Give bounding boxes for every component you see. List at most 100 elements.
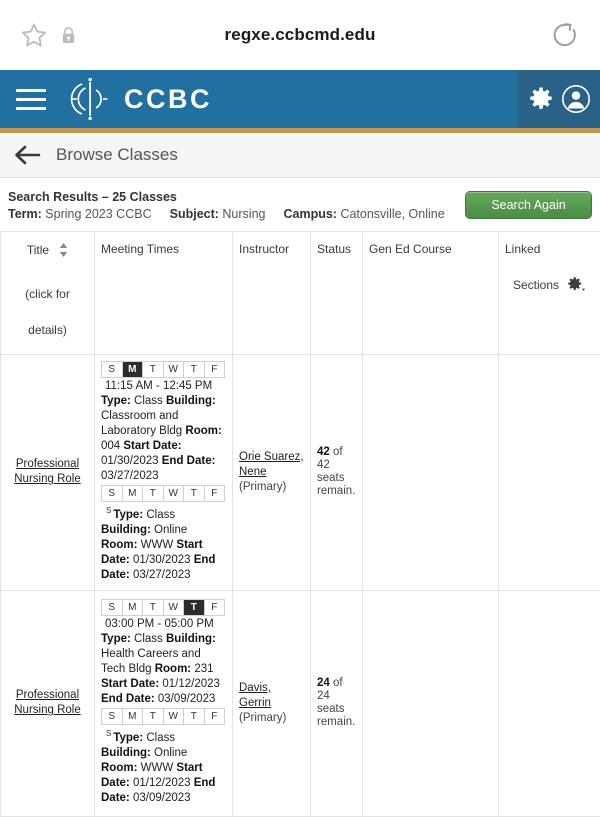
day-cell-1: M xyxy=(123,709,144,724)
filter-campus: Campus: Catonsville, Online xyxy=(283,207,444,221)
meeting-block: SMTWTFSType: Class Building: Online Room… xyxy=(101,485,226,583)
course-title-link[interactable]: Professional Nursing Role xyxy=(14,689,80,716)
day-cell-4: T xyxy=(184,709,205,724)
day-cell-3: W xyxy=(164,709,185,724)
seats-of: of xyxy=(330,677,343,689)
day-cell-5: F xyxy=(205,709,225,724)
type-label: Type: xyxy=(113,509,143,521)
instructor-link[interactable]: Orie Suarez, Nene xyxy=(239,451,304,478)
lock-icon xyxy=(60,26,77,45)
room-label: Room: xyxy=(101,762,137,774)
day-cell-0: S xyxy=(102,709,123,724)
meeting-time: 11:15 AM - 12:45 PM xyxy=(105,380,212,392)
column-header-title-label: Title xyxy=(27,243,49,257)
day-of-week-selector: SMTWTF xyxy=(101,361,225,378)
day-of-week-selector: SMTWTF xyxy=(101,599,225,616)
filter-subject: Subject: Nursing xyxy=(170,207,266,221)
room-label: Room: xyxy=(185,425,221,437)
subject-value: Nursing xyxy=(222,207,265,221)
column-header-title[interactable]: Title (click for details) xyxy=(1,232,95,355)
page-header-bar: Browse Classes xyxy=(0,133,600,178)
day-cell-3: W xyxy=(164,362,185,377)
building-label: Building: xyxy=(101,524,151,536)
type-label: Type: xyxy=(101,633,131,645)
meeting-time-sup: S xyxy=(106,729,111,738)
seats-remaining: 24 xyxy=(317,677,330,689)
table-header: Title (click for details) Meeting Times … xyxy=(1,232,600,355)
room-label: Room: xyxy=(101,539,137,551)
end-date-value: 03/09/2023 xyxy=(158,693,216,705)
instructor-link[interactable]: Davis, Gerrin xyxy=(239,682,271,709)
column-header-instructor[interactable]: Instructor xyxy=(233,232,311,355)
browser-toolbar: regxe.ccbcmd.edu xyxy=(0,0,600,70)
end-date-label: End Date: xyxy=(162,455,216,467)
course-title-link[interactable]: Professional Nursing Role xyxy=(14,458,80,485)
url-text[interactable]: regxe.ccbcmd.edu xyxy=(0,25,600,45)
building-label: Building: xyxy=(166,633,216,645)
day-cell-2: T xyxy=(143,362,164,377)
cell-gen-ed xyxy=(363,355,499,591)
seats-total: 42 xyxy=(317,459,330,471)
day-cell-1: M xyxy=(123,362,144,377)
day-cell-3: W xyxy=(164,486,185,501)
seats-suffix: seats remain. xyxy=(317,703,355,728)
day-cell-1: M xyxy=(123,486,144,501)
cell-status: 24 of 24 seats remain. xyxy=(311,590,363,816)
end-date-value: 03/09/2023 xyxy=(133,792,191,804)
meeting-details-text: SType: Class Building: Online Room: WWW … xyxy=(101,726,226,806)
seats-of: of xyxy=(330,446,343,458)
search-results-table: Title (click for details) Meeting Times … xyxy=(0,231,600,817)
gear-dropdown-icon[interactable] xyxy=(565,276,586,294)
hamburger-menu-icon[interactable] xyxy=(16,89,46,110)
day-cell-5: F xyxy=(205,600,225,615)
brand-logo[interactable]: CCBC xyxy=(64,75,212,123)
cell-course-title: Professional Nursing Role xyxy=(1,355,95,591)
meeting-block: SMTWTFSType: Class Building: Online Room… xyxy=(101,708,226,806)
search-again-button[interactable]: Search Again xyxy=(465,191,592,219)
browser-toolbar-left xyxy=(20,21,77,49)
building-label: Building: xyxy=(166,395,216,407)
cell-linked-sections xyxy=(499,590,600,816)
page-title: Browse Classes xyxy=(56,145,178,165)
building-label: Building: xyxy=(101,747,151,759)
gear-icon[interactable] xyxy=(528,86,554,112)
day-cell-0: S xyxy=(102,362,123,377)
term-value: Spring 2023 CCBC xyxy=(45,207,151,221)
seats-remaining: 42 xyxy=(317,446,330,458)
subject-label: Subject: xyxy=(170,207,219,221)
table-row: Professional Nursing RoleSMTWTF11:15 AM … xyxy=(1,355,600,591)
building-value: Online xyxy=(154,747,187,759)
column-header-status[interactable]: Status xyxy=(311,232,363,355)
filter-term: Term: Spring 2023 CCBC xyxy=(8,207,152,221)
cell-course-title: Professional Nursing Role xyxy=(1,590,95,816)
building-value: Classroom and Laboratory Bldg xyxy=(101,410,182,437)
day-of-week-selector: SMTWTF xyxy=(101,708,225,725)
cell-meeting-times: SMTWTF11:15 AM - 12:45 PM Type: Class Bu… xyxy=(95,355,233,591)
day-cell-5: F xyxy=(205,362,225,377)
linked-line1: Linked xyxy=(505,242,594,256)
sort-updown-icon[interactable] xyxy=(59,242,68,258)
cell-status: 42 of 42 seats remain. xyxy=(311,355,363,591)
instructor-role: (Primary) xyxy=(239,711,304,726)
day-cell-0: S xyxy=(102,486,123,501)
column-header-linked-sections[interactable]: Linked Sections xyxy=(499,232,600,355)
day-cell-4: T xyxy=(184,600,205,615)
back-arrow-icon[interactable] xyxy=(12,144,42,166)
end-date-label: End Date: xyxy=(101,693,155,705)
start-date-value: 01/30/2023 xyxy=(133,554,191,566)
meeting-details-text: 11:15 AM - 12:45 PM Type: Class Building… xyxy=(101,379,226,484)
results-label: Search Results xyxy=(8,190,98,204)
reload-icon[interactable] xyxy=(550,20,580,50)
user-avatar-icon[interactable] xyxy=(561,84,591,114)
column-header-gen-ed[interactable]: Gen Ed Course xyxy=(363,232,499,355)
column-header-meeting-times[interactable]: Meeting Times xyxy=(95,232,233,355)
table-row: Professional Nursing RoleSMTWTF03:00 PM … xyxy=(1,590,600,816)
star-icon[interactable] xyxy=(20,21,48,49)
linked-line2: Sections xyxy=(513,278,559,292)
browser-toolbar-right xyxy=(550,20,580,50)
term-label: Term: xyxy=(8,207,42,221)
ccbc-logo-icon xyxy=(64,75,116,123)
seats-suffix: seats remain. xyxy=(317,472,355,497)
type-value: Class xyxy=(134,633,163,645)
meeting-time-sup: S xyxy=(106,506,111,515)
